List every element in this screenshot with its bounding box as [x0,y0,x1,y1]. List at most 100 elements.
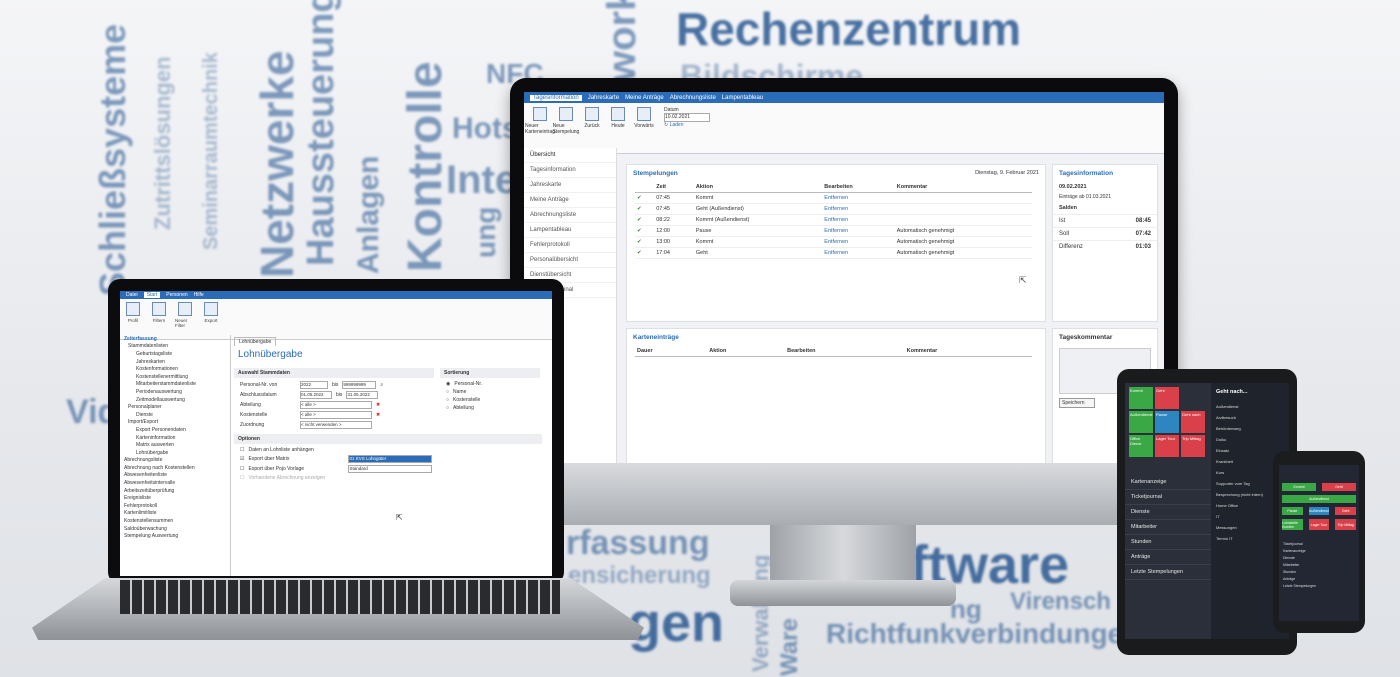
phone-nav-item[interactable]: Stunden [1279,568,1359,575]
nav-personaluebersicht[interactable]: Personalübersicht [524,253,616,268]
date-input[interactable]: 10.02.2021 [664,113,710,122]
new-card-entry-button[interactable]: Neuer Karteneintrag [525,107,555,149]
tab-datei[interactable]: Datei [126,292,138,298]
back-button[interactable]: Zurück [582,107,602,149]
load-button[interactable]: ↻ Laden [664,122,710,128]
search-icon[interactable]: ⌕ [380,382,383,388]
remove-link[interactable]: Entfernen [822,247,895,259]
radio-selected[interactable]: ◉ [446,381,450,387]
tree-item[interactable]: Geburtstagsliste [120,350,230,358]
tab-meine-antraege[interactable]: Meine Anträge [625,95,664,101]
option-row[interactable]: ☐ Export über Pojo Vorlage Standard [240,465,546,473]
nav-tagesinformation[interactable]: Tagesinformation [524,163,616,178]
tree-item[interactable]: Abwesenheitenliste [120,472,230,480]
remove-link[interactable]: Entfernen [822,192,895,204]
nav-lampentableau[interactable]: Lampentableau [524,223,616,238]
profile-button[interactable]: Profil [123,302,143,336]
tablet-nav-item[interactable]: Dienste [1125,505,1211,520]
tree-root[interactable]: Zeiterfassung [120,335,230,343]
phone-kommt-button[interactable]: Kommt [1282,483,1316,491]
phone-lager-button[interactable]: Lager Tour [1308,519,1330,530]
tab-tagesinformation[interactable]: Tagesinformation [530,94,582,101]
radio[interactable]: ○ [446,397,449,403]
nav-fehlerprotokoll[interactable]: Fehlerprotokoll [524,238,616,253]
tab-lampentableau[interactable]: Lampentableau [722,95,763,101]
tab-hilfe[interactable]: Hilfe [194,292,204,298]
phone-nav-item[interactable]: Mitarbeiter [1279,561,1359,568]
remove-link[interactable]: Entfernen [822,236,895,248]
phone-aussendienst-button[interactable]: Außendienst [1282,495,1356,503]
tablet-nav-item[interactable]: Letzte Stempelungen [1125,565,1211,580]
tab-jahreskarte[interactable]: Jahreskarte [588,95,619,101]
forward-button[interactable]: Vorwärts [634,107,654,149]
tree-item[interactable]: Export Personendaten [120,426,230,434]
checkbox-checked[interactable]: ☑ [240,456,244,462]
geht-nach-item[interactable]: Behördenweg [1211,423,1289,434]
zuordnung-select[interactable]: < nicht verwenden > [300,421,372,429]
remove-link[interactable]: Entfernen [822,225,895,237]
option-row[interactable]: ☐ Daten an Lohnliste anhängen [240,447,546,453]
tablet-nav-item[interactable]: Stunden [1125,535,1211,550]
phone-lohnstelle-button[interactable]: Lohnstelle Kunden [1282,519,1303,530]
new-stamp-button[interactable]: Neue Stempelung [553,107,579,149]
tree-item[interactable]: Kartenlimitliste [120,510,230,518]
new-filter-button[interactable]: Neuer Filter [175,302,195,336]
tree-item[interactable]: Arbeitszeitüberprüfung [120,487,230,495]
tree-item[interactable]: Abwesenheitsintervalle [120,479,230,487]
geht-nach-item[interactable]: Dolko [1211,434,1289,445]
tree-item[interactable]: Abrechnungsliste [120,457,230,465]
tree-item[interactable]: Fehlerprotokoll [120,502,230,510]
tree-item[interactable]: Karteninformation [120,434,230,442]
phone-geht2-button[interactable]: Geht [1335,507,1357,515]
tree-item[interactable]: Jahreskarten [120,358,230,366]
tree-item[interactable]: Lohnübergabe [120,449,230,457]
abteilung-select[interactable]: < alle > [300,401,372,409]
tree-item[interactable]: Kostenstellenermittlung [120,373,230,381]
phone-geht-button[interactable]: Geht [1322,483,1356,491]
radio[interactable]: ○ [446,389,449,395]
clear-icon[interactable]: ✖ [376,402,380,408]
tree-item[interactable]: Saldoüberwachung [120,525,230,533]
option-row[interactable]: ☑ Export über Matrix 01 KVS Lohngüter [240,455,546,463]
option-row[interactable]: ☐ Vorhandene Abrechnung anzeigen [240,475,546,481]
phone-nav-item[interactable]: Kartenanzeige [1279,547,1359,554]
tab-abrechnungsliste[interactable]: Abrechnungsliste [670,95,716,101]
remove-link[interactable]: Entfernen [822,203,895,215]
date-from-input[interactable]: 01.05.2022 [300,391,332,399]
tile-geht-nach[interactable]: Geht nach [1181,411,1205,433]
tree-item[interactable]: Dienste [120,411,230,419]
tab-personen[interactable]: Personen [166,292,187,298]
tree-item[interactable]: Mitarbeiterstammdatenliste [120,381,230,389]
sort-option[interactable]: ◉ Personal-Nr. [446,381,534,387]
geht-nach-item[interactable]: Außendienst [1211,401,1289,412]
tile-office[interactable]: Office Dienst [1129,435,1153,457]
sort-option[interactable]: ○ Abteilung [446,405,534,411]
phone-nav-item[interactable]: Letzte Stempelungen [1279,582,1359,589]
nav-meine-antraege[interactable]: Meine Anträge [524,193,616,208]
tile-pause[interactable]: Pause [1155,411,1179,433]
sort-option[interactable]: ○ Name [446,389,534,395]
phone-aussendienst2-button[interactable]: Außendienst [1308,507,1330,515]
tree-item[interactable]: Kostenstellensummen [120,517,230,525]
matrix-select[interactable]: 01 KVS Lohngüter [348,455,433,463]
filter-button[interactable]: Filtern [149,302,169,336]
nav-uebersicht[interactable]: Übersicht [524,148,616,163]
tile-trip[interactable]: Trip Mittag [1181,435,1205,457]
date-to-input[interactable]: 31.05.2022 [346,391,379,399]
radio[interactable]: ○ [446,405,449,411]
phone-pause-button[interactable]: Pause [1282,507,1303,515]
tree-item[interactable]: Abrechnung nach Kostenstellen [120,464,230,472]
tree-item[interactable]: Stammdatenlisten [120,343,230,351]
pojo-select[interactable]: Standard [348,465,433,473]
tile-geht[interactable]: Geht [1155,387,1179,409]
phone-trip-button[interactable]: Trip Mittag [1335,519,1357,530]
nav-abrechnungsliste[interactable]: Abrechnungsliste [524,208,616,223]
today-button[interactable]: Heute [608,107,628,149]
save-comment-button[interactable]: Speichern [1059,398,1095,408]
tree-item[interactable]: Kostenformationen [120,365,230,373]
nav-jahreskarte[interactable]: Jahreskarte [524,178,616,193]
sort-option[interactable]: ○ Kostenstelle [446,397,534,403]
tablet-nav-item[interactable]: Anträge [1125,550,1211,565]
tile-kommt[interactable]: Kommt [1129,387,1153,409]
personal-from-input[interactable]: 2022 [300,381,328,389]
